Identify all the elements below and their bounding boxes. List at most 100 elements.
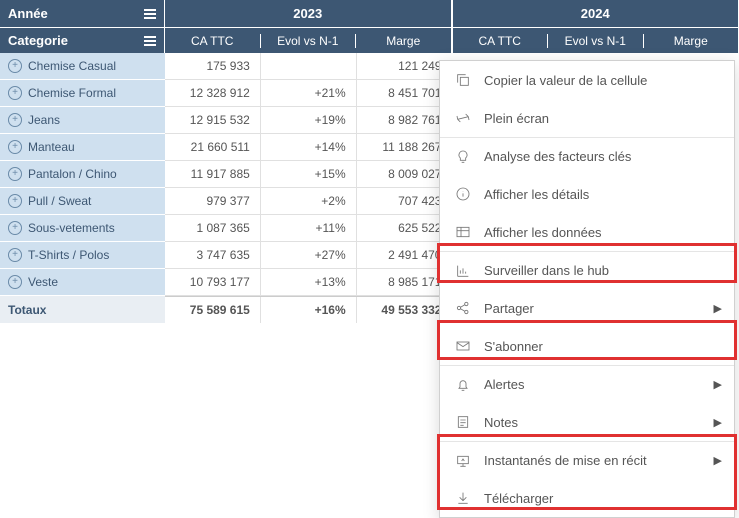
info-icon	[454, 185, 472, 203]
category-label: Manteau	[28, 140, 75, 154]
cell-ca[interactable]: 21 660 511	[165, 134, 261, 160]
ctx-details[interactable]: Afficher les détails	[440, 175, 734, 213]
ctx-copy-cell[interactable]: Copier la valeur de la cellule	[440, 61, 734, 99]
lightbulb-icon	[454, 148, 472, 166]
mail-icon	[454, 337, 472, 355]
table-row: 12 915 532+19%8 982 761	[165, 107, 452, 134]
ctx-subscribe[interactable]: S'abonner	[440, 327, 734, 365]
table-row: 11 917 885+15%8 009 027	[165, 161, 452, 188]
category-label: Chemise Casual	[28, 59, 116, 73]
copy-icon	[454, 71, 472, 89]
cell-marge[interactable]: 8 985 171	[357, 269, 452, 295]
table-row: 979 377+2%707 423	[165, 188, 452, 215]
expand-icon[interactable]: +	[8, 194, 22, 208]
menu-icon-categorie[interactable]	[144, 36, 156, 46]
cell-ca[interactable]: 10 793 177	[165, 269, 261, 295]
chevron-right-icon: ▶	[714, 454, 722, 467]
category-row[interactable]: +Chemise Formal	[0, 80, 165, 107]
col-marge-2023[interactable]: Marge	[356, 34, 451, 48]
table-row: 10 793 177+13%8 985 171	[165, 269, 452, 296]
cell-ca[interactable]: 3 747 635	[165, 242, 261, 268]
year-header-2024[interactable]: 2024	[453, 0, 739, 27]
cell-evol[interactable]: +27%	[261, 242, 357, 268]
expand-icon[interactable]: +	[8, 140, 22, 154]
col-ca-2024[interactable]: CA TTC	[453, 34, 549, 48]
cell-marge[interactable]: 625 522	[357, 215, 452, 241]
cell-ca[interactable]: 12 328 912	[165, 80, 261, 106]
table-row: 3 747 635+27%2 491 470	[165, 242, 452, 269]
cell-evol[interactable]: +21%	[261, 80, 357, 106]
category-row[interactable]: + T-Shirts / Polos	[0, 242, 165, 269]
expand-icon[interactable]: +	[8, 248, 22, 262]
col-evol-2023[interactable]: Evol vs N-1	[261, 34, 357, 48]
expand-icon[interactable]: +	[8, 113, 22, 127]
cell-ca[interactable]: 1 087 365	[165, 215, 261, 241]
category-row[interactable]: + Chemise Casual	[0, 53, 165, 80]
cell-evol[interactable]: +13%	[261, 269, 357, 295]
ctx-monitor-hub[interactable]: Surveiller dans le hub	[440, 251, 734, 289]
category-label: Jeans	[28, 113, 60, 127]
cell-marge[interactable]: 8 009 027	[357, 161, 452, 187]
cell-ca[interactable]: 175 933	[165, 53, 261, 79]
cell-marge[interactable]: 8 451 701	[357, 80, 452, 106]
chart-icon	[454, 262, 472, 280]
menu-icon-annee[interactable]	[144, 9, 156, 19]
cell-marge[interactable]: 121 249	[357, 53, 452, 79]
cell-evol[interactable]: +19%	[261, 107, 357, 133]
category-row[interactable]: + Pull / Sweat	[0, 188, 165, 215]
cell-ca[interactable]: 11 917 885	[165, 161, 261, 187]
col-marge-2024[interactable]: Marge	[644, 34, 739, 48]
ctx-show-data[interactable]: Afficher les données	[440, 213, 734, 251]
category-row[interactable]: + Manteau	[0, 134, 165, 161]
cell-marge[interactable]: 2 491 470	[357, 242, 452, 268]
ctx-notes[interactable]: Notes ▶	[440, 403, 734, 441]
cell-evol[interactable]	[261, 53, 357, 79]
cell-evol[interactable]: +11%	[261, 215, 357, 241]
category-label: Pull / Sweat	[28, 194, 91, 208]
presentation-icon	[454, 452, 472, 470]
category-row[interactable]: + Jeans	[0, 107, 165, 134]
context-menu: Copier la valeur de la cellule Plein écr…	[439, 60, 735, 518]
total-evol: +16%	[261, 297, 357, 323]
expand-icon[interactable]: +	[8, 86, 22, 100]
header-categorie: Categorie	[0, 27, 165, 53]
year-header-2023[interactable]: 2023	[165, 0, 452, 27]
total-marge: 49 553 332	[357, 297, 452, 323]
col-evol-2024[interactable]: Evol vs N-1	[548, 34, 644, 48]
ctx-share[interactable]: Partager ▶	[440, 289, 734, 327]
ctx-snapshots[interactable]: Instantanés de mise en récit ▶	[440, 441, 734, 479]
total-ca: 75 589 615	[165, 297, 261, 323]
cell-evol[interactable]: +14%	[261, 134, 357, 160]
ctx-download[interactable]: Télécharger	[440, 479, 734, 517]
label-annee: Année	[8, 6, 48, 21]
bell-icon	[454, 376, 472, 394]
category-label: T-Shirts / Polos	[28, 248, 109, 262]
share-icon	[454, 299, 472, 317]
cell-marge[interactable]: 8 982 761	[357, 107, 452, 133]
cell-evol[interactable]: +2%	[261, 188, 357, 214]
table-row: 1 087 365+11%625 522	[165, 215, 452, 242]
table-row: 175 933 121 249	[165, 53, 452, 80]
cell-marge[interactable]: 707 423	[357, 188, 452, 214]
table-row: 12 328 912+21%8 451 701	[165, 80, 452, 107]
table-row: 21 660 511+14%11 188 267	[165, 134, 452, 161]
category-row[interactable]: +Veste	[0, 269, 165, 296]
expand-icon[interactable]: +	[8, 221, 22, 235]
fullscreen-icon	[454, 109, 472, 127]
expand-icon[interactable]: +	[8, 59, 22, 73]
notes-icon	[454, 413, 472, 431]
col-ca-2023[interactable]: CA TTC	[165, 34, 261, 48]
category-row[interactable]: +Pantalon / Chino	[0, 161, 165, 188]
category-row[interactable]: +Sous-vetements	[0, 215, 165, 242]
totals-row: 75 589 615+16%49 553 332	[165, 296, 452, 323]
ctx-alerts[interactable]: Alertes ▶	[440, 365, 734, 403]
cell-marge[interactable]: 11 188 267	[357, 134, 452, 160]
ctx-analyze[interactable]: Analyse des facteurs clés	[440, 137, 734, 175]
table-icon	[454, 223, 472, 241]
cell-evol[interactable]: +15%	[261, 161, 357, 187]
cell-ca[interactable]: 979 377	[165, 188, 261, 214]
ctx-fullscreen[interactable]: Plein écran	[440, 99, 734, 137]
expand-icon[interactable]: +	[8, 275, 22, 289]
cell-ca[interactable]: 12 915 532	[165, 107, 261, 133]
expand-icon[interactable]: +	[8, 167, 22, 181]
